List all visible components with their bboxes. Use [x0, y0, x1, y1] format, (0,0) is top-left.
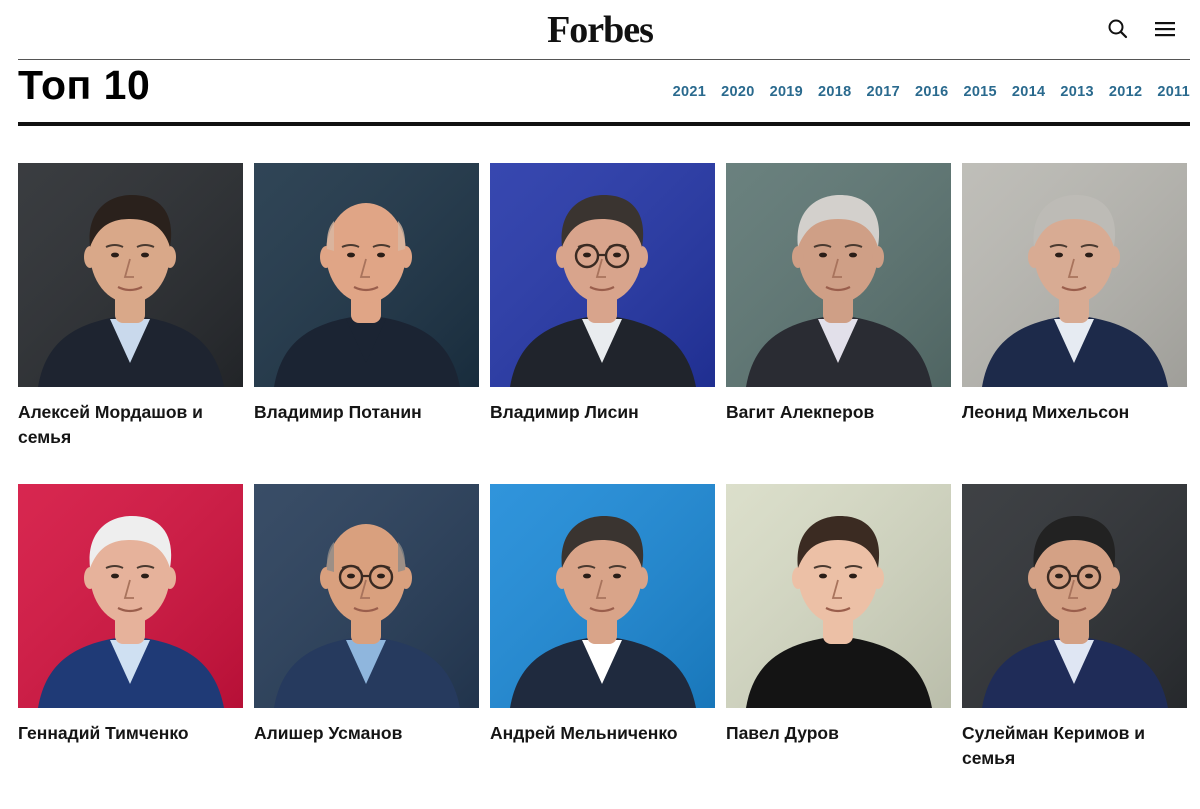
person-card[interactable]: Леонид Михельсон	[962, 163, 1187, 484]
person-photo[interactable]	[490, 163, 715, 387]
person-photo[interactable]	[726, 163, 951, 387]
person-name[interactable]: Алишер Усманов	[254, 721, 469, 746]
person-name[interactable]: Алексей Мордашов и семья	[18, 400, 233, 450]
person-card[interactable]: Алишер Усманов	[254, 484, 479, 805]
person-name[interactable]: Андрей Мельниченко	[490, 721, 705, 746]
hamburger-menu-icon[interactable]	[1152, 16, 1178, 42]
year-tab-2011[interactable]: 2011	[1157, 84, 1190, 100]
year-tab-2020[interactable]: 2020	[721, 84, 754, 100]
person-card[interactable]: Владимир Лисин	[490, 163, 715, 484]
person-photo[interactable]	[254, 163, 479, 387]
year-tab-2016[interactable]: 2016	[915, 84, 948, 100]
person-card[interactable]: Алексей Мордашов и семья	[18, 163, 243, 484]
year-tab-2019[interactable]: 2019	[770, 84, 803, 100]
person-card[interactable]: Владимир Потанин	[254, 163, 479, 484]
person-card[interactable]: Вагит Алекперов	[726, 163, 951, 484]
year-tab-2013[interactable]: 2013	[1060, 84, 1093, 100]
year-tab-2021[interactable]: 2021	[673, 84, 706, 100]
person-card[interactable]: Сулейман Керимов и семья	[962, 484, 1187, 805]
person-name[interactable]: Владимир Потанин	[254, 400, 469, 425]
top-bar: Forbes	[0, 0, 1200, 60]
person-name[interactable]: Геннадий Тимченко	[18, 721, 233, 746]
person-name[interactable]: Леонид Михельсон	[962, 400, 1177, 425]
person-photo[interactable]	[490, 484, 715, 708]
person-photo[interactable]	[726, 484, 951, 708]
header-divider	[18, 59, 1190, 60]
person-photo[interactable]	[962, 163, 1187, 387]
year-tab-2017[interactable]: 2017	[867, 84, 900, 100]
year-tab-2012[interactable]: 2012	[1109, 84, 1142, 100]
person-photo[interactable]	[962, 484, 1187, 708]
year-tab-2014[interactable]: 2014	[1012, 84, 1045, 100]
title-divider	[18, 122, 1190, 126]
person-card[interactable]: Андрей Мельниченко	[490, 484, 715, 805]
person-photo[interactable]	[18, 484, 243, 708]
year-tabs: 2021 2020 2019 2018 2017 2016 2015 2014 2013 2012…	[658, 84, 1190, 100]
person-photo[interactable]	[18, 163, 243, 387]
people-grid: Алексей Мордашов и семья Владимир Потанин…	[18, 163, 1188, 805]
person-name[interactable]: Павел Дуров	[726, 721, 941, 746]
person-name[interactable]: Вагит Алекперов	[726, 400, 941, 425]
year-tab-2018[interactable]: 2018	[818, 84, 851, 100]
search-icon[interactable]	[1105, 16, 1131, 42]
page-title: Топ 10	[18, 62, 151, 108]
person-name[interactable]: Владимир Лисин	[490, 400, 705, 425]
person-photo[interactable]	[254, 484, 479, 708]
person-name[interactable]: Сулейман Керимов и семья	[962, 721, 1177, 771]
person-card[interactable]: Павел Дуров	[726, 484, 951, 805]
year-tab-2015[interactable]: 2015	[963, 84, 996, 100]
person-card[interactable]: Геннадий Тимченко	[18, 484, 243, 805]
forbes-logo[interactable]: Forbes	[0, 8, 1200, 52]
